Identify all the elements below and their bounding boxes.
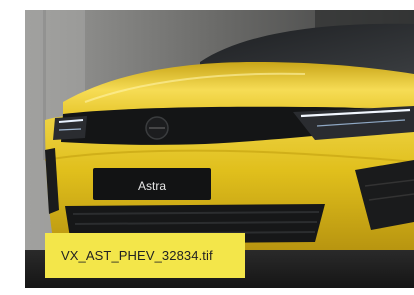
filename-label: VX_AST_PHEV_32834.tif xyxy=(45,233,245,278)
plate-text: Astra xyxy=(138,179,166,193)
filename-text: VX_AST_PHEV_32834.tif xyxy=(61,248,213,263)
